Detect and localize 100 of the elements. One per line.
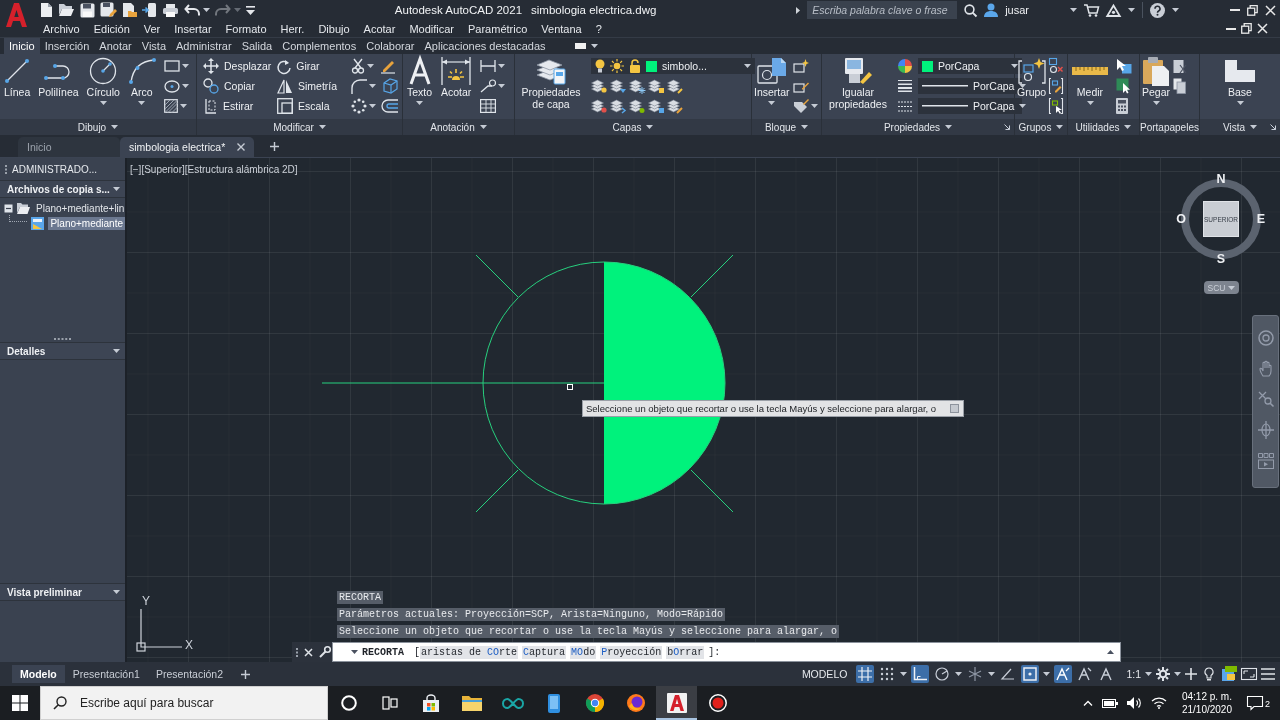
plus-icon[interactable] (241, 669, 251, 679)
clock-time[interactable]: 04:12 p. m. (1181, 690, 1232, 703)
battery-icon[interactable] (1101, 698, 1118, 708)
layout-tab[interactable]: Presentación1 (64, 665, 148, 683)
wrench-icon[interactable] (319, 646, 331, 658)
close-icon[interactable] (304, 647, 313, 657)
printer-icon[interactable] (162, 2, 179, 18)
pencil-icon[interactable] (380, 58, 397, 74)
save-icon[interactable] (80, 2, 95, 18)
line-circle-icon[interactable] (480, 79, 497, 93)
caret-icon[interactable] (1128, 8, 1135, 12)
compass-label[interactable]: S (1214, 251, 1228, 267)
plus-icon[interactable] (270, 142, 280, 151)
status-toggle-button[interactable] (1021, 665, 1040, 683)
launcher-arrow-icon[interactable] (1270, 124, 1276, 130)
close-icon[interactable] (237, 143, 246, 151)
close-icon[interactable] (1257, 23, 1268, 34)
layer-dropdown[interactable]: simbolo... (591, 58, 755, 74)
task-view-icon[interactable] (381, 696, 398, 710)
layer-stack-icon[interactable] (629, 98, 645, 114)
hatch-icon[interactable] (163, 99, 178, 113)
scissors-icon[interactable] (351, 58, 366, 74)
caret-icon[interactable] (590, 44, 598, 48)
ribbon-tool-button[interactable]: Polilínea (38, 56, 79, 98)
help-icon[interactable] (1150, 2, 1165, 18)
search-field[interactable]: Escribe aquí para buscar (40, 686, 328, 720)
layer-stack-icon[interactable] (591, 98, 607, 114)
copy-pages-icon[interactable] (1173, 78, 1187, 94)
caret-icon[interactable] (203, 8, 210, 12)
caret-up-icon[interactable] (1107, 650, 1114, 654)
caret-icon[interactable] (1070, 8, 1077, 12)
ribbon-tool-button[interactable]: Escala (277, 98, 345, 114)
menu-item[interactable]: Archivo (43, 22, 80, 35)
layer-stack-icon[interactable] (629, 78, 645, 94)
command-line-field[interactable]: RECORTA [aristas de COrte Captura MOdo Proyección bOrrar ]: (332, 642, 1121, 662)
caret-icon[interactable] (1043, 672, 1051, 676)
layer-stack-icon[interactable] (610, 98, 626, 114)
command-option[interactable]: Proyección (600, 645, 663, 659)
magnifier-cross-icon[interactable] (1257, 391, 1274, 407)
ribbon-tool-button[interactable]: Copiar (203, 78, 271, 94)
plus-icon[interactable] (1185, 668, 1197, 680)
panel-title-button[interactable]: Utilidades (1075, 121, 1132, 133)
offset-curves-icon[interactable] (382, 99, 398, 113)
caret-icon[interactable] (498, 84, 506, 88)
user-name[interactable]: jusar (1005, 4, 1029, 16)
hand-icon[interactable] (1258, 360, 1273, 377)
bracket-cursor-icon[interactable] (1049, 98, 1064, 114)
ribbon-tool-button[interactable]: Simetría (277, 78, 345, 94)
menu-item[interactable]: Modificar (409, 22, 454, 35)
ribbon-tool-button[interactable]: Pegar (1142, 56, 1171, 105)
chevron-up-icon[interactable] (1082, 700, 1093, 706)
ribbon-tool-button[interactable]: Propiedades de capa (519, 56, 583, 110)
grip-dots-icon[interactable] (54, 337, 71, 340)
caret-icon[interactable] (1145, 672, 1152, 676)
overlapping-squares-icon[interactable] (1221, 666, 1237, 682)
dashed-lines-icon[interactable] (898, 100, 912, 112)
section-header[interactable]: Vista preliminar (0, 583, 125, 601)
new-document-icon[interactable] (40, 2, 53, 18)
ribbon-tool-button[interactable]: Insertar (754, 56, 790, 105)
horizontal-lines-icon[interactable] (898, 80, 912, 92)
menu-item[interactable]: Ventana (541, 22, 582, 35)
layout-tab[interactable]: Presentación2 (147, 665, 232, 683)
ribbon-tool-button[interactable]: Arco (127, 56, 156, 105)
tablet-arrow-icon[interactable] (142, 2, 157, 18)
compass-label[interactable]: N (1214, 171, 1228, 187)
wifi-icon[interactable] (1150, 697, 1167, 709)
ribbon-tool-button[interactable]: Girar (277, 58, 346, 74)
menu-item[interactable]: Edición (93, 22, 130, 35)
ribbon-tab[interactable]: Complementos (277, 38, 362, 54)
layer-stack-icon[interactable] (667, 98, 683, 114)
dot-ring-icon[interactable] (351, 98, 367, 114)
menu-item[interactable]: Dibujo (318, 22, 350, 35)
caret-icon[interactable] (367, 64, 375, 68)
menu-item[interactable]: Acotar (363, 22, 396, 35)
select-box-icon[interactable] (1116, 78, 1132, 94)
fullscreen-icon[interactable] (1241, 668, 1257, 680)
table-icon[interactable] (480, 99, 497, 113)
crossed-page-icon[interactable] (1173, 58, 1188, 74)
command-option[interactable]: bOrrar (666, 645, 705, 659)
compass-label[interactable]: O (1174, 211, 1188, 227)
cursor-select-icon[interactable] (1116, 58, 1132, 74)
ribbon-tab[interactable]: Aplicaciones destacadas (419, 38, 551, 54)
bar-caret-icon[interactable] (246, 5, 255, 15)
compass-label[interactable]: E (1254, 211, 1268, 227)
tree-item[interactable]: Plano+mediante+lin (34, 202, 127, 215)
color-wheel-icon[interactable] (898, 59, 912, 73)
ribbon-tool-button[interactable]: Medir (1072, 56, 1108, 105)
user-icon[interactable] (984, 3, 999, 17)
bulb-outline-icon[interactable] (1201, 667, 1217, 681)
layer-stack-icon[interactable] (648, 98, 664, 114)
layer-stack-icon[interactable] (610, 78, 626, 94)
minus-box-icon[interactable] (4, 204, 13, 213)
status-toggle-button[interactable] (1054, 665, 1073, 683)
ribbon-tool-button[interactable]: Círculo (86, 56, 120, 105)
command-option[interactable]: MOdo (570, 645, 597, 659)
ribbon-tool-button[interactable]: Base (1225, 56, 1255, 105)
ribbon-tool-button[interactable]: Desplazar (203, 58, 272, 74)
file-tab[interactable]: simbologia electrica* (120, 137, 255, 157)
ribbon-tab[interactable]: Inserción (39, 38, 95, 54)
layer-stack-icon[interactable] (667, 78, 683, 94)
